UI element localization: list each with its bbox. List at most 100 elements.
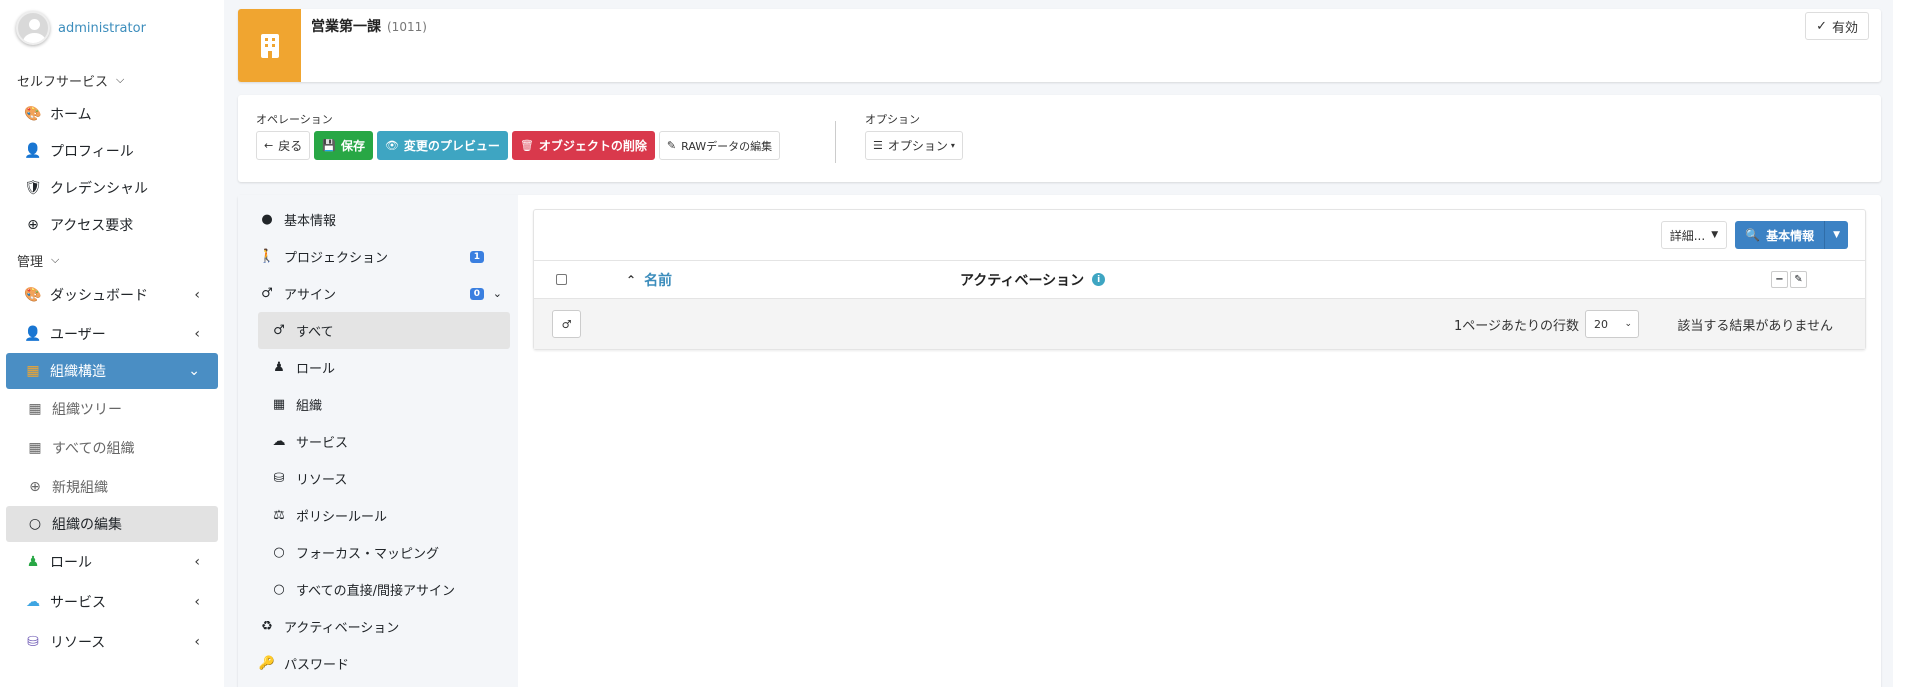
info-icon[interactable]: i	[1092, 273, 1106, 286]
nav-label: ポリシールール	[296, 510, 388, 525]
new-assign-button[interactable]: ♂	[552, 310, 581, 338]
search-button[interactable]: 🔍 基本情報 ▼	[1735, 221, 1848, 249]
nav-label: リソース	[296, 473, 348, 488]
sidebar-item-label: ユーザー	[50, 326, 106, 343]
sidebar-item-label: ロール	[50, 555, 92, 571]
detail-dropdown[interactable]: 詳細... ▼	[1660, 221, 1728, 249]
column-name-label: 名前	[644, 272, 673, 289]
minus-icon[interactable]: −	[1771, 271, 1788, 288]
raw-edit-label: RAWデータの編集	[681, 139, 773, 153]
nav-label: 基本情報	[284, 214, 337, 229]
operations-label: オペレーション	[256, 113, 333, 126]
nav-label: 組織	[296, 399, 323, 414]
nav-assign-focus-mapping[interactable]: ○ フォーカス・マッピング	[238, 534, 518, 571]
sidebar-item-label: サービス	[50, 595, 106, 611]
nav-assign-policy[interactable]: ⚖ ポリシールール	[238, 497, 518, 534]
plus-circle-icon: ⊕	[29, 478, 41, 495]
nav-label: すべての直接/間接アサイン	[296, 584, 455, 599]
select-all-checkbox[interactable]	[556, 274, 567, 285]
rows-per-page-select[interactable]: 20 ⌄	[1585, 310, 1639, 338]
nav-assign-service[interactable]: ☁ サービス	[238, 423, 518, 460]
status-button[interactable]: ✓ 有効	[1805, 12, 1869, 40]
nav-label: パスワード	[284, 658, 350, 673]
assignments-panel: 詳細... ▼ 🔍 基本情報 ▼ ⌃ 名前 アクティベーション i − ✎ ♂ 1ページあ…	[518, 195, 1881, 687]
delete-label: オブジェクトの削除	[538, 139, 647, 153]
sidebar-item-org-structure[interactable]: ▦ 組織構造 ⌄	[6, 353, 218, 389]
nav-assign-all-direct-indirect[interactable]: ○ すべての直接/間接アサイン	[238, 571, 518, 608]
sidebar-item-credentials[interactable]: 🛡 クレデンシャル	[6, 169, 218, 206]
caret-down-icon: ▼	[1711, 230, 1719, 240]
assignments-table: 詳細... ▼ 🔍 基本情報 ▼ ⌃ 名前 アクティベーション i − ✎ ♂ 1ページあ…	[533, 209, 1866, 350]
rows-per-page-label: 1ページあたりの行数	[1453, 318, 1579, 334]
back-button[interactable]: ← 戻る	[256, 131, 311, 160]
nav-assign-all[interactable]: ♂ すべて	[258, 312, 510, 349]
sidebar-item-resources[interactable]: ⛁ リソース ‹	[6, 622, 218, 662]
nav-label: ロール	[296, 362, 336, 377]
status-label: 有効	[1831, 20, 1858, 36]
nav-assign-org[interactable]: ▦ 組織	[238, 386, 518, 423]
cloud-icon: ☁	[26, 594, 40, 610]
chevron-down-icon: ⌵	[116, 73, 125, 86]
chevron-down-icon: ⌄	[188, 363, 200, 379]
table-footer: ♂ 1ページあたりの行数 20 ⌄ 該当する結果がありません	[534, 298, 1865, 349]
operations-group: オペレーション ← 戻る 💾 保存 👁 変更のプレビュー 🗑 オブジェクトの削除 ✎ RA…	[256, 111, 784, 160]
sidebar-item-org-tree[interactable]: ▦ 組織ツリー	[6, 389, 218, 428]
building-icon	[238, 9, 301, 82]
nav-assign-role[interactable]: ♟ ロール	[238, 349, 518, 386]
nav-basic[interactable]: ● 基本情報	[238, 201, 518, 238]
caret-down-icon[interactable]: ▼	[1825, 230, 1848, 240]
user-panel[interactable]: administrator	[0, 0, 224, 56]
sidebar-item-roles[interactable]: ♟ ロール ‹	[6, 542, 218, 582]
user-name[interactable]: administrator	[58, 21, 146, 36]
role-icon: ♟	[26, 554, 40, 570]
sidebar-item-edit-org[interactable]: ○ 組織の編集	[6, 506, 218, 542]
sidebar-item-home[interactable]: 🎨 ホーム	[6, 95, 218, 132]
sidebar-item-access-request[interactable]: ⊕ アクセス要求	[6, 206, 218, 243]
role-icon: ♟	[273, 360, 285, 375]
admin-header[interactable]: 管理 ⌵	[0, 245, 224, 275]
palette-icon: 🎨	[24, 105, 42, 122]
sidebar-item-services[interactable]: ☁ サービス ‹	[6, 582, 218, 622]
options-group: オプション ☰ オプション ▾	[865, 111, 967, 160]
arrow-left-icon: ←	[264, 139, 274, 152]
nav-password[interactable]: 🔑 パスワード	[238, 645, 518, 682]
back-label: 戻る	[278, 139, 303, 153]
save-label: 保存	[340, 139, 365, 153]
nav-assign[interactable]: ♂ アサイン 0 ⌄	[238, 275, 518, 312]
detail-nav: ● 基本情報 🚶 プロジェクション 1 ♂ アサイン 0 ⌄ ♂ すべて ♟ ロール ▦ 組織 ☁…	[238, 195, 518, 687]
org-code: (1011)	[387, 20, 427, 34]
sidebar-item-label: 新規組織	[52, 479, 108, 496]
column-name[interactable]: ⌃ 名前	[626, 270, 672, 290]
projection-count-badge: 1	[469, 250, 484, 263]
nav-projection[interactable]: 🚶 プロジェクション 1	[238, 238, 518, 275]
chevron-left-icon: ‹	[194, 554, 200, 570]
assign-icon: ♂	[273, 323, 285, 338]
sidebar: administrator セルフサービス ⌵ 🎨 ホーム 👤 プロフィール 🛡 クレデ…	[0, 0, 224, 687]
chevron-down-icon: ⌄	[492, 287, 502, 300]
nav-assign-resource[interactable]: ⛁ リソース	[238, 460, 518, 497]
edit-icon[interactable]: ✎	[1790, 271, 1807, 288]
save-button[interactable]: 💾 保存	[314, 131, 373, 160]
circle-icon: ○	[28, 516, 42, 532]
key-icon: 🔑	[258, 656, 276, 671]
building-icon: ▦	[26, 363, 40, 379]
nav-activation[interactable]: ♻ アクティベーション	[238, 608, 518, 645]
sidebar-item-users[interactable]: 👤 ユーザー ‹	[6, 314, 218, 353]
detail-dropdown-label: 詳細...	[1669, 228, 1706, 243]
sidebar-item-dashboard[interactable]: 🎨 ダッシュボード ‹	[6, 275, 218, 314]
sidebar-item-new-org[interactable]: ⊕ 新規組織	[6, 467, 218, 506]
no-results-text: 該当する結果がありません	[1677, 318, 1833, 334]
chevron-down-icon: ⌄	[1624, 319, 1632, 329]
sidebar-item-all-orgs[interactable]: ▦ すべての組織	[6, 428, 218, 467]
delete-button[interactable]: 🗑 オブジェクトの削除	[511, 131, 655, 160]
table-header: ⌃ 名前 アクティベーション i − ✎	[534, 260, 1865, 298]
floppy-icon: 💾	[322, 139, 336, 152]
options-button[interactable]: ☰ オプション ▾	[865, 131, 963, 160]
self-service-header[interactable]: セルフサービス ⌵	[0, 65, 224, 95]
assign-icon: ♂	[261, 286, 273, 301]
raw-edit-button[interactable]: ✎ RAWデータの編集	[658, 131, 781, 160]
options-label: オプション	[865, 113, 920, 126]
check-icon: ✓	[1816, 18, 1827, 34]
preview-button[interactable]: 👁 変更のプレビュー	[376, 131, 508, 160]
sidebar-item-profile[interactable]: 👤 プロフィール	[6, 132, 218, 169]
